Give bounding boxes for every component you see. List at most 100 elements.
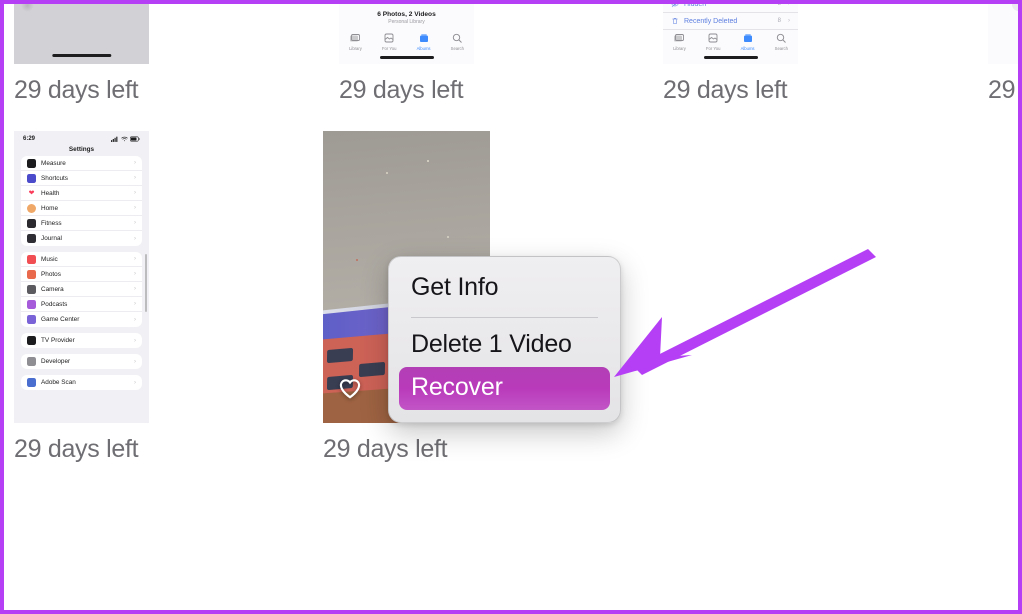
shortcuts-icon — [27, 173, 36, 183]
library-title: 6 Photos, 2 Videos — [377, 11, 436, 18]
tab-albums[interactable]: Albums — [417, 32, 431, 51]
settings-row-camera[interactable]: Camera › — [21, 282, 142, 297]
settings-row-developer[interactable]: Developer › — [21, 354, 142, 369]
ios-photos-library-screenshot: 6 Photos, 2 Videos Personal Library Libr… — [339, 4, 474, 64]
tab-library[interactable]: Library — [673, 32, 686, 51]
tab-for-you[interactable]: For You — [706, 32, 720, 51]
album-row-label: Recently Deleted — [684, 17, 738, 25]
grid-item-1-caption: 29 days left — [14, 76, 139, 104]
photos-icon — [27, 269, 36, 279]
trash-icon — [671, 17, 679, 25]
grid-item-4-thumbnail[interactable]: Videos Selfies Live Photos Years Library — [988, 4, 1018, 64]
settings-row-measure[interactable]: Measure › — [21, 156, 142, 171]
settings-row-label: Measure — [41, 159, 66, 167]
menu-item-get-info[interactable]: Get Info — [389, 267, 620, 310]
settings-row-label: Fitness — [41, 219, 62, 227]
tab-library[interactable]: Library — [988, 27, 1018, 50]
tab-albums[interactable]: Albums — [741, 32, 755, 51]
library-subtitle: Personal Library — [388, 19, 425, 25]
chevron-right-icon: › — [134, 205, 136, 211]
tv-provider-icon — [27, 336, 36, 345]
years-pill[interactable]: Years — [1012, 4, 1018, 11]
scrollbar[interactable] — [145, 253, 147, 312]
eye-slash-icon — [671, 4, 679, 8]
grid-item-2[interactable]: 6 Photos, 2 Videos Personal Library Libr… — [339, 4, 474, 105]
tab-library-label: Library — [988, 45, 1018, 50]
settings-group-1: Measure › Shortcuts › ❤ Health › Home › Fitne… — [21, 156, 142, 246]
tab-for-you[interactable]: For You — [382, 32, 396, 51]
album-row-count: 8 — [777, 18, 781, 24]
settings-row-health[interactable]: ❤ Health › — [21, 186, 142, 201]
menu-item-recover[interactable]: Recover — [399, 367, 610, 410]
grid-item-5-thumbnail[interactable]: 6:29 Settings Measure › Shortcuts › ❤ Healt… — [14, 131, 149, 423]
cellular-icon — [111, 136, 118, 142]
photos-tab-bar[interactable]: Library For You Albums Search — [339, 32, 474, 51]
grid-item-4[interactable]: Videos Selfies Live Photos Years Library — [988, 4, 1018, 105]
settings-row-label: TV Provider — [41, 337, 75, 344]
settings-row-fitness[interactable]: Fitness › — [21, 216, 142, 231]
chevron-right-icon: › — [788, 1, 790, 7]
tab-albums-label: Albums — [740, 46, 755, 51]
settings-row-label: Home — [41, 204, 59, 212]
fitness-icon — [27, 218, 36, 228]
tab-search[interactable]: Search — [775, 32, 788, 51]
grid-item-3[interactable]: Hidden 8 › Recently Deleted 8 › Library … — [663, 0, 798, 105]
tab-search-label: Search — [774, 46, 788, 51]
settings-row-label: Music — [41, 255, 58, 263]
settings-row-photos[interactable]: Photos › — [21, 267, 142, 282]
settings-row-home[interactable]: Home › — [21, 201, 142, 216]
health-icon: ❤ — [27, 188, 36, 198]
context-menu[interactable]: Get Info Delete 1 Video Recover — [388, 256, 621, 423]
settings-row-label: Developer — [41, 358, 71, 365]
library-header: 6 Photos, 2 Videos Personal Library — [339, 4, 474, 25]
home-indicator — [379, 56, 434, 59]
ios-photos-years-screenshot: Videos Selfies Live Photos Years Library — [988, 4, 1018, 64]
search-icon — [453, 33, 463, 43]
menu-item-delete[interactable]: Delete 1 Video — [389, 324, 620, 367]
photo-speck — [446, 236, 449, 239]
podcasts-icon — [27, 299, 36, 309]
settings-row-game-center[interactable]: Game Center › — [21, 312, 142, 327]
grid-item-6-caption: 29 days left — [323, 435, 448, 463]
chevron-right-icon: › — [134, 160, 136, 166]
album-row-hidden[interactable]: Hidden 8 › — [663, 0, 798, 13]
tab-albums-label: Albums — [416, 46, 431, 51]
chevron-right-icon: › — [134, 358, 136, 365]
ios-photos-albums-screenshot: Hidden 8 › Recently Deleted 8 › Library … — [663, 0, 798, 64]
settings-row-podcasts[interactable]: Podcasts › — [21, 297, 142, 312]
tab-search[interactable]: Search — [451, 32, 464, 51]
settings-row-adobe-scan[interactable]: Adobe Scan › — [21, 375, 142, 390]
album-row-label: Hidden — [684, 0, 707, 8]
chevron-right-icon: › — [788, 18, 790, 24]
grid-item-2-caption: 29 days left — [339, 76, 464, 104]
chevron-right-icon: › — [134, 220, 136, 226]
grid-item-5[interactable]: 6:29 Settings Measure › Shortcuts › ❤ Healt… — [14, 131, 149, 464]
settings-row-label: Health — [41, 189, 60, 197]
settings-row-journal[interactable]: Journal › — [21, 231, 142, 246]
chevron-right-icon: › — [134, 301, 136, 307]
settings-row-music[interactable]: Music › — [21, 252, 142, 267]
chevron-right-icon: › — [134, 379, 136, 386]
settings-row-tv-provider[interactable]: TV Provider › — [21, 333, 142, 348]
photos-tab-bar[interactable]: Library For You Albums Search — [663, 32, 798, 51]
settings-row-label: Shortcuts — [41, 174, 68, 182]
chevron-right-icon: › — [134, 271, 136, 277]
grid-item-1-thumbnail[interactable]: Add to Album Move to Shared Library Dele… — [14, 4, 149, 64]
home-indicator — [51, 54, 112, 57]
albums-icon — [743, 34, 752, 42]
grid-item-3-thumbnail[interactable]: Hidden 8 › Recently Deleted 8 › Library … — [663, 0, 798, 64]
grid-item-4-caption: 29 — [988, 76, 1016, 104]
settings-row-label: Podcasts — [41, 300, 68, 308]
battery-icon — [130, 136, 140, 142]
settings-row-shortcuts[interactable]: Shortcuts › — [21, 171, 142, 186]
annotation-arrow — [600, 235, 900, 390]
chevron-right-icon: › — [134, 256, 136, 262]
album-row-recently-deleted[interactable]: Recently Deleted 8 › — [663, 13, 798, 30]
game-center-icon — [27, 315, 36, 324]
grid-item-2-thumbnail[interactable]: 6 Photos, 2 Videos Personal Library Libr… — [339, 4, 474, 64]
tab-library[interactable]: Library — [349, 32, 362, 51]
grid-item-1[interactable]: Add to Album Move to Shared Library Dele… — [14, 4, 149, 105]
tab-search-label: Search — [450, 46, 464, 51]
ios-action-sheet-screenshot: Add to Album Move to Shared Library Dele… — [14, 4, 149, 64]
settings-row-label: Adobe Scan — [41, 379, 76, 386]
